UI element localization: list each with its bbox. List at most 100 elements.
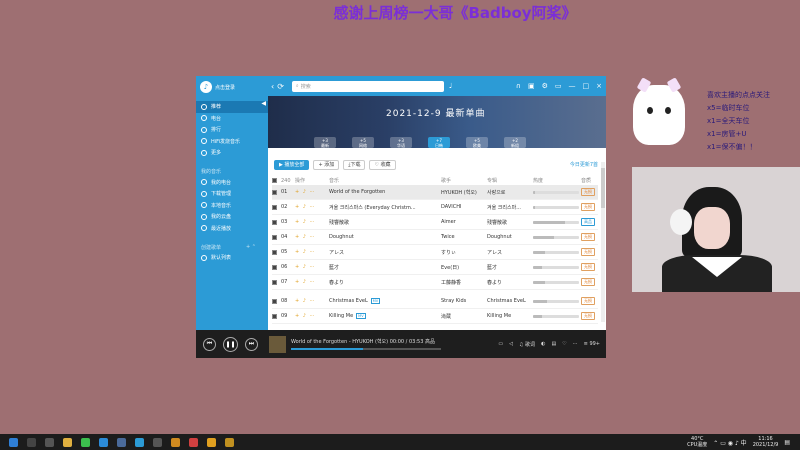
sound-effect-toggle[interactable]: ◐ bbox=[541, 341, 545, 347]
song-title[interactable]: Doughnut bbox=[329, 234, 439, 240]
add-playlist-icon[interactable]: + ⌃ bbox=[246, 244, 256, 250]
chrome-icon[interactable] bbox=[189, 437, 198, 447]
song-title[interactable]: 春より bbox=[329, 279, 439, 286]
song-title[interactable]: アレス bbox=[329, 249, 439, 256]
refresh-icon[interactable]: ⟳ bbox=[277, 82, 284, 91]
app-icon[interactable] bbox=[171, 437, 180, 447]
song-artist[interactable]: Stray Kids bbox=[441, 298, 485, 304]
song-album[interactable]: 春より bbox=[487, 279, 531, 286]
hero-tab-3[interactable]: +7 日韩 bbox=[428, 137, 450, 148]
wechat-icon[interactable] bbox=[81, 437, 90, 447]
file-icon[interactable] bbox=[225, 437, 234, 447]
table-row[interactable]: 06 + ♪ ⋯ 藍才 Eve(日) 藍才 无损 bbox=[272, 260, 598, 275]
song-artist[interactable]: Twice bbox=[441, 234, 485, 240]
my-music-item-0[interactable]: 我的电台 bbox=[196, 177, 268, 189]
skin-icon[interactable]: ▣ bbox=[528, 82, 535, 90]
progress-bar[interactable] bbox=[291, 348, 441, 350]
row-checkbox[interactable] bbox=[272, 219, 277, 225]
table-row[interactable]: 01 + ♪ ⋯ World of the Forgotten HYUKOH (혁오)… bbox=[272, 185, 598, 200]
prev-button[interactable]: ⏮ bbox=[203, 337, 216, 351]
clock[interactable]: 11:16 2021/12/9 bbox=[753, 436, 779, 448]
browser-icon[interactable] bbox=[135, 437, 144, 447]
song-artist[interactable]: DAVICHI bbox=[441, 204, 485, 210]
row-actions[interactable]: + ♪ ⋯ bbox=[295, 313, 327, 319]
table-row[interactable]: 02 + ♪ ⋯ 겨울 크리스마스 (Everyday Christm... DAVI… bbox=[272, 200, 598, 215]
close-icon[interactable]: × bbox=[596, 82, 602, 90]
song-title[interactable]: World of the Forgotten bbox=[329, 189, 439, 195]
song-album[interactable]: 겨울 크리스마... bbox=[487, 204, 531, 211]
notification-icon[interactable]: ▤ bbox=[784, 439, 790, 446]
song-album[interactable]: Killing Me bbox=[487, 313, 531, 319]
song-title[interactable]: Killing Me MV bbox=[329, 313, 439, 319]
row-actions[interactable]: + ♪ ⋯ bbox=[295, 189, 327, 195]
row-actions[interactable]: + ♪ ⋯ bbox=[295, 279, 327, 285]
search-input[interactable]: ⌕ 搜索 bbox=[291, 80, 444, 92]
volume-icon[interactable]: ◁ bbox=[509, 341, 513, 347]
row-checkbox[interactable] bbox=[272, 264, 277, 270]
sidebar-item-4[interactable]: 更多 bbox=[196, 147, 268, 159]
folder-icon[interactable] bbox=[63, 437, 72, 447]
login-area[interactable]: ♪ 点击登录 bbox=[196, 76, 268, 101]
row-actions[interactable]: + ♪ ⋯ bbox=[295, 264, 327, 270]
row-actions[interactable]: + ♪ ⋯ bbox=[295, 249, 327, 255]
minimize-icon[interactable]: — bbox=[569, 82, 576, 90]
row-actions[interactable]: + ♪ ⋯ bbox=[295, 234, 327, 240]
windows-start-icon[interactable] bbox=[9, 437, 18, 447]
song-album[interactable]: Doughnut bbox=[487, 234, 531, 240]
table-row[interactable]: 03 + ♪ ⋯ 残響散歌 Aimer 残響散歌 高品 bbox=[272, 215, 598, 230]
more-icon[interactable]: ⋯ bbox=[573, 341, 578, 347]
song-album[interactable]: 사랑으로 bbox=[487, 189, 531, 196]
collapse-caret-icon[interactable]: ◀ bbox=[261, 100, 266, 107]
steam-icon[interactable] bbox=[117, 437, 126, 447]
table-row[interactable]: 05 + ♪ ⋯ アレス すりぃ アレス 无损 bbox=[272, 245, 598, 260]
my-music-item-2[interactable]: 本地音乐 bbox=[196, 200, 268, 212]
song-title[interactable]: 残響散歌 bbox=[329, 219, 439, 226]
favorite-button[interactable]: ♡ 收藏 bbox=[369, 159, 396, 170]
mv-badge[interactable]: MV bbox=[370, 298, 381, 304]
my-music-item-1[interactable]: 下载管理 bbox=[196, 188, 268, 200]
scrollbar[interactable] bbox=[601, 162, 605, 322]
tray-icons[interactable]: ⌃ ▭ ◉ ♪ 中 bbox=[713, 438, 746, 447]
add-button[interactable]: + 添加 bbox=[313, 159, 340, 170]
row-checkbox[interactable] bbox=[272, 313, 277, 319]
next-button[interactable]: ⏭ bbox=[245, 337, 258, 351]
sidebar-item-1[interactable]: 电台 bbox=[196, 113, 268, 125]
sidebar-item-3[interactable]: HiFi发烧音乐 bbox=[196, 136, 268, 148]
mic-icon[interactable]: ♩ bbox=[449, 82, 452, 90]
song-artist[interactable]: 工藤静香 bbox=[441, 279, 485, 286]
my-music-item-4[interactable]: 最近播放 bbox=[196, 223, 268, 235]
obs-icon[interactable] bbox=[153, 437, 162, 447]
play-all-button[interactable]: ▶ 播放全部 bbox=[274, 159, 310, 170]
hero-tab-0[interactable]: +3 最新 bbox=[314, 137, 336, 148]
row-checkbox[interactable] bbox=[272, 234, 277, 240]
song-artist[interactable]: HYUKOH (혁오) bbox=[441, 189, 485, 196]
album-cover[interactable] bbox=[269, 335, 286, 353]
hero-tab-4[interactable]: +5 欧美 bbox=[466, 137, 488, 148]
song-album[interactable]: 藍才 bbox=[487, 264, 531, 271]
song-title[interactable]: Christmas EveL MV bbox=[329, 298, 439, 304]
playlist-item-0[interactable]: 默认列表 bbox=[196, 252, 268, 264]
music-app-icon[interactable] bbox=[207, 437, 216, 447]
my-music-item-3[interactable]: 我的云盘 bbox=[196, 211, 268, 223]
song-artist[interactable]: Eve(日) bbox=[441, 264, 485, 271]
row-checkbox[interactable] bbox=[272, 249, 277, 255]
qq-icon[interactable] bbox=[99, 437, 108, 447]
song-title[interactable]: 겨울 크리스마스 (Everyday Christm... bbox=[329, 204, 439, 211]
song-artist[interactable]: 滝蔵 bbox=[441, 313, 485, 320]
download-button[interactable]: ⤓ 下载 bbox=[343, 159, 366, 170]
screen-icon[interactable]: ▭ bbox=[498, 341, 503, 347]
row-actions[interactable]: + ♪ ⋯ bbox=[295, 204, 327, 210]
list-mode-icon[interactable]: ▤ bbox=[551, 341, 556, 347]
back-icon[interactable]: ‹ bbox=[271, 82, 274, 91]
row-checkbox[interactable] bbox=[272, 298, 277, 304]
sidebar-item-2[interactable]: 排行 bbox=[196, 124, 268, 136]
lyrics-button[interactable]: ♫ 歌词 bbox=[519, 341, 535, 348]
row-actions[interactable]: + ♪ ⋯ bbox=[295, 298, 327, 304]
song-album[interactable]: Christmas EveL bbox=[487, 298, 531, 304]
maximize-icon[interactable]: □ bbox=[583, 82, 590, 90]
table-row[interactable]: 09 + ♪ ⋯ Killing Me MV 滝蔵 Killing Me 无损 bbox=[272, 309, 598, 324]
hero-tab-5[interactable]: +2 新组 bbox=[504, 137, 526, 148]
today-update-link[interactable]: 今日更新7首 bbox=[570, 161, 598, 168]
table-row[interactable]: 08 + ♪ ⋯ Christmas EveL MV Stray Kids Christm… bbox=[272, 294, 598, 309]
row-checkbox[interactable] bbox=[272, 204, 277, 210]
